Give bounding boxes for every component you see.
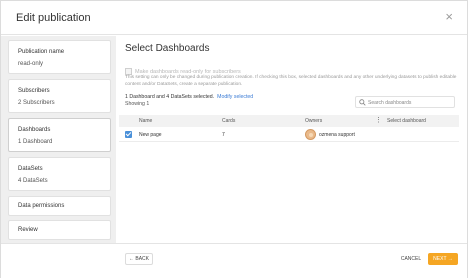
row-checkbox[interactable] bbox=[125, 131, 132, 138]
column-header-select-dashboard[interactable]: Select dashboard bbox=[387, 118, 426, 124]
next-button[interactable]: NEXT → bbox=[428, 253, 458, 265]
step-title: Data permissions bbox=[18, 203, 65, 209]
readonly-option: Make dashboards read-only for subscriber… bbox=[125, 63, 241, 76]
step-dashboards[interactable]: Dashboards 1 Dashboard bbox=[8, 118, 111, 152]
search-icon bbox=[359, 99, 366, 106]
steps-sidebar: Publication name read-only Subscribers 2… bbox=[1, 36, 116, 243]
cancel-button[interactable]: CANCEL bbox=[397, 253, 425, 265]
step-subscribers[interactable]: Subscribers 2 Subscribers bbox=[8, 79, 111, 113]
column-header-name[interactable]: Name bbox=[139, 118, 152, 124]
step-title: Review bbox=[18, 227, 38, 233]
step-value: 1 Dashboard bbox=[18, 139, 53, 145]
step-datasets[interactable]: DataSets 4 DataSets bbox=[8, 157, 111, 191]
summary-text: 1 Dashboard and 4 DataSets selected. bbox=[125, 94, 215, 100]
column-header-cards[interactable]: Cards bbox=[222, 118, 235, 124]
step-title: Subscribers bbox=[18, 88, 50, 94]
edit-publication-dialog: Edit publication × Publication name read… bbox=[0, 0, 468, 278]
step-data-permissions[interactable]: Data permissions bbox=[8, 196, 111, 216]
close-icon[interactable]: × bbox=[445, 10, 453, 23]
search-input[interactable] bbox=[368, 98, 452, 107]
step-publication-name[interactable]: Publication name read-only bbox=[8, 40, 111, 74]
step-value: read-only bbox=[18, 61, 44, 67]
dashboard-cards: 7 bbox=[222, 132, 225, 138]
back-button[interactable]: ← BACK bbox=[125, 253, 153, 265]
dashboard-name: New page bbox=[139, 132, 162, 138]
step-title: DataSets bbox=[18, 166, 43, 172]
step-title: Publication name bbox=[18, 49, 65, 55]
selection-summary: 1 Dashboard and 4 DataSets selected. Modi… bbox=[125, 94, 253, 100]
avatar-face bbox=[309, 133, 313, 137]
search-box bbox=[355, 96, 455, 108]
step-value: 2 Subscribers bbox=[18, 100, 55, 106]
table-row[interactable]: New page 7 ozmena support bbox=[119, 128, 459, 142]
column-menu-icon[interactable]: ⋮ bbox=[375, 117, 382, 124]
showing-count: Showing 1 bbox=[125, 101, 150, 107]
step-value: 4 DataSets bbox=[18, 178, 48, 184]
readonly-note: This setting can only be changed during … bbox=[125, 75, 457, 87]
step-review[interactable]: Review bbox=[8, 220, 111, 240]
page-title: Select Dashboards bbox=[125, 43, 210, 54]
dashboards-panel: Select Dashboards Make dashboards read-o… bbox=[119, 36, 467, 243]
avatar bbox=[305, 129, 316, 140]
column-header-owners[interactable]: Owners bbox=[305, 118, 322, 124]
table-header: Name Cards Owners ⋮ Select dashboard bbox=[119, 115, 459, 127]
dashboard-owner: ozmena support bbox=[319, 132, 355, 138]
dialog-footer: ← BACK CANCEL NEXT → bbox=[1, 243, 467, 278]
dialog-header: Edit publication × bbox=[1, 1, 467, 35]
step-title: Dashboards bbox=[18, 127, 51, 133]
modify-selected-link[interactable]: Modify selected bbox=[217, 94, 253, 100]
dialog-title: Edit publication bbox=[16, 12, 91, 24]
